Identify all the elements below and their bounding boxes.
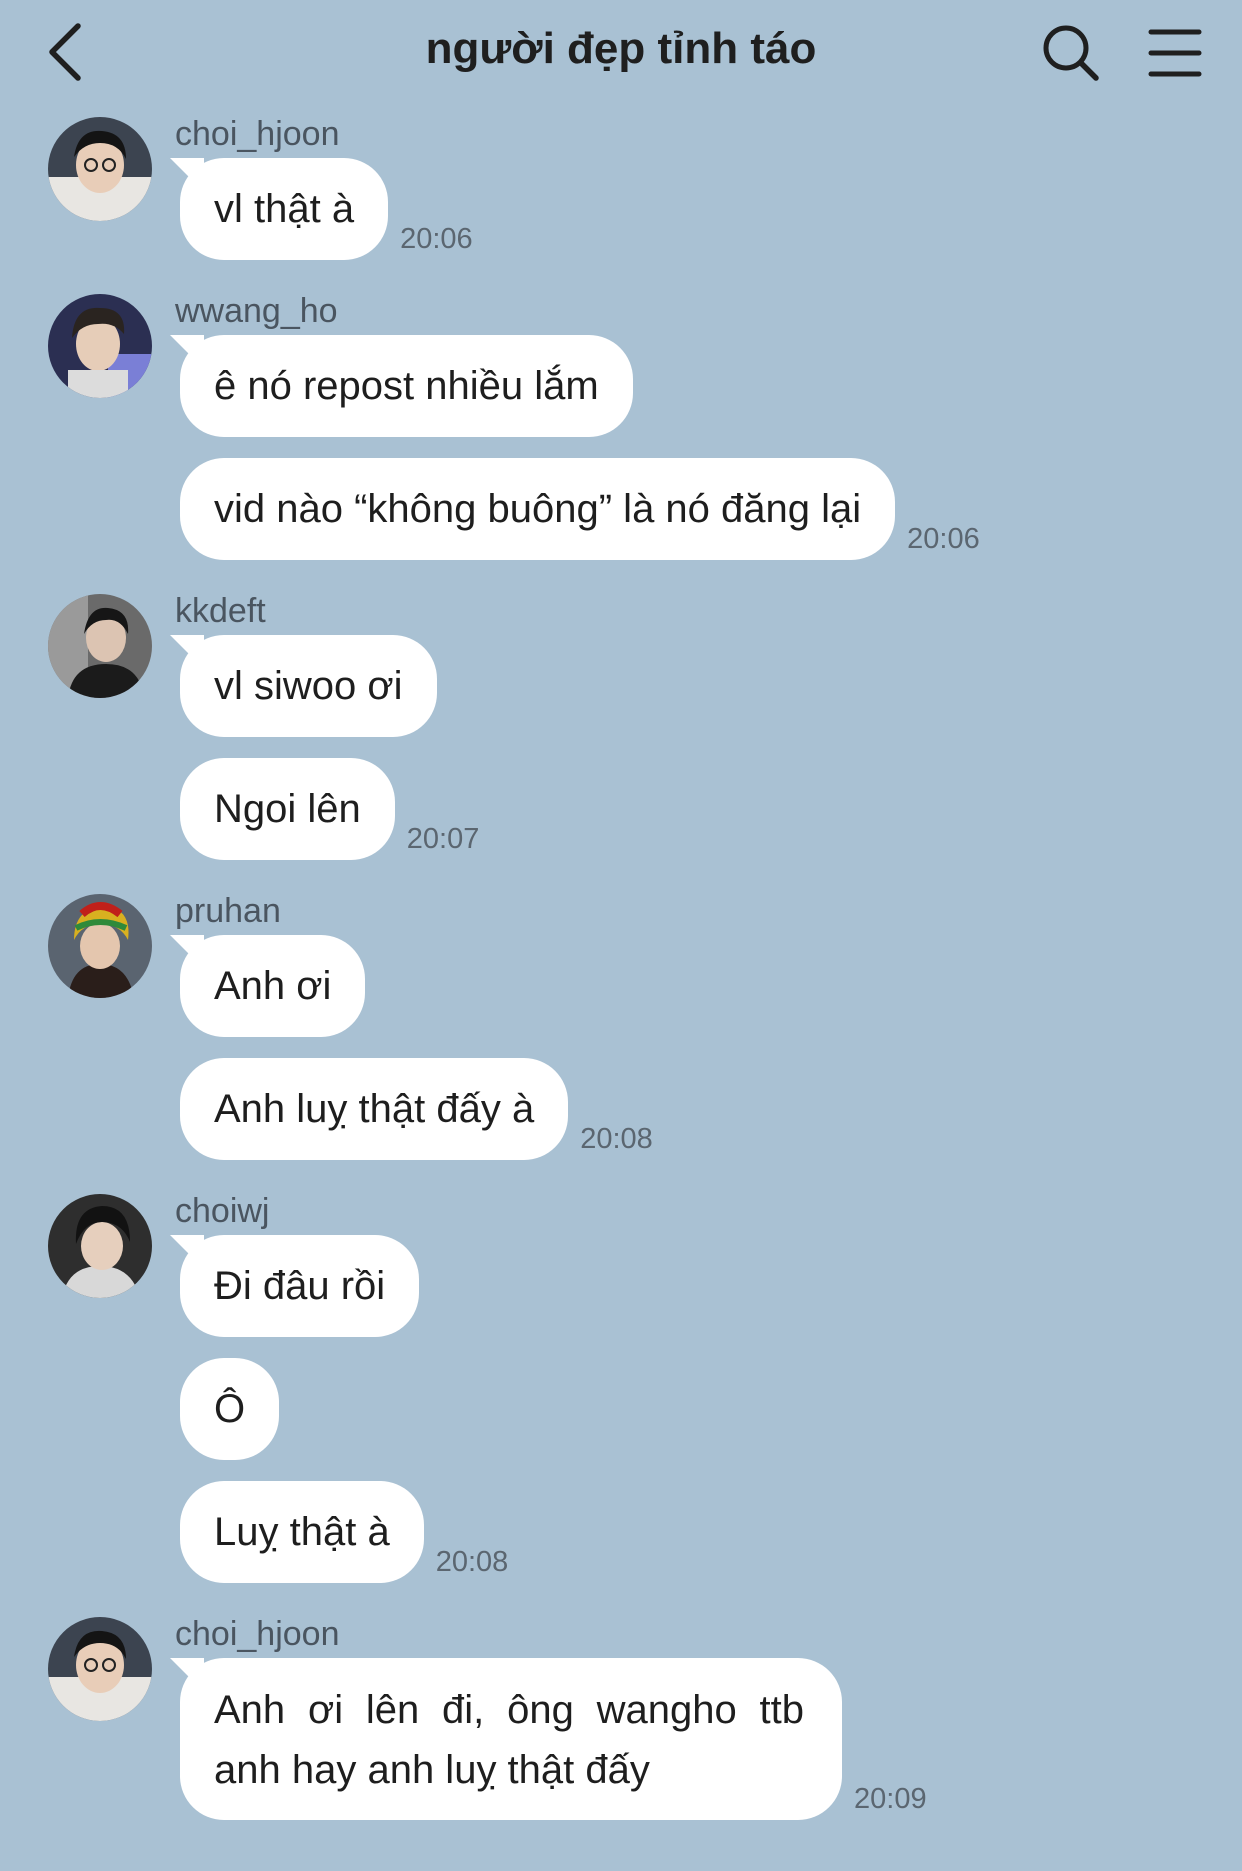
message-group: choi_hjoon vl thật à 20:06	[0, 110, 1242, 260]
message-bubble[interactable]: Anh ơi lên đi, ông wangho ttb anh hay an…	[180, 1658, 842, 1820]
message-time: 20:08	[580, 1123, 653, 1155]
back-button[interactable]	[44, 20, 94, 84]
sender-name: kkdeft	[175, 592, 266, 630]
message-group: pruhan Anh ơi Anh luỵ thật đấy à 20:08	[0, 887, 1242, 1160]
sender-name: choiwj	[175, 1192, 270, 1230]
avatar[interactable]	[48, 1194, 152, 1298]
message-time: 20:06	[907, 523, 980, 555]
avatar[interactable]	[48, 594, 152, 698]
message-bubble[interactable]: Anh luỵ thật đấy à	[180, 1058, 569, 1160]
user-avatar-image	[48, 294, 152, 398]
search-icon	[1043, 25, 1099, 81]
user-avatar-image	[48, 1617, 152, 1721]
user-avatar-image	[48, 894, 152, 998]
user-avatar-image	[48, 1194, 152, 1298]
message-group: choi_hjoon Anh ơi lên đi, ông wangho ttb…	[0, 1610, 1242, 1820]
message-time: 20:08	[435, 1546, 509, 1578]
avatar[interactable]	[48, 894, 152, 998]
message-bubble[interactable]: Anh ơi	[180, 935, 366, 1037]
sender-name: pruhan	[175, 892, 281, 930]
avatar[interactable]	[48, 294, 152, 398]
message-time: 20:07	[406, 823, 480, 855]
message-group: kkdeft vl siwoo ơi Ngoi lên 20:07	[0, 587, 1242, 860]
message-time: 20:06	[400, 223, 473, 255]
message-bubble[interactable]: Đi đâu rồi	[180, 1235, 420, 1337]
message-bubble[interactable]: ê nó repost nhiều lắm	[180, 335, 633, 437]
chat-header: người đẹp tỉnh táo	[0, 0, 1242, 100]
menu-button[interactable]	[1146, 24, 1204, 82]
sender-name: wwang_ho	[175, 292, 338, 330]
search-button[interactable]	[1040, 22, 1102, 84]
avatar[interactable]	[48, 117, 152, 221]
message-bubble[interactable]: vl siwoo ơi	[180, 635, 437, 737]
message-bubble[interactable]: Ngoi lên	[180, 758, 395, 860]
avatar[interactable]	[48, 1617, 152, 1721]
user-avatar-image	[48, 117, 152, 221]
sender-name: choi_hjoon	[175, 115, 340, 153]
message-bubble[interactable]: Ô	[180, 1358, 280, 1460]
hamburger-menu-icon	[1148, 29, 1202, 77]
message-bubble[interactable]: Luỵ thật à	[180, 1481, 424, 1583]
chevron-left-icon	[49, 23, 81, 81]
message-bubble[interactable]: vl thật à	[180, 158, 389, 260]
sender-name: choi_hjoon	[175, 1615, 340, 1653]
message-list[interactable]: choi_hjoon vl thật à 20:06 wwang_ho ê nó…	[0, 110, 1242, 1841]
message-bubble[interactable]: vid nào “không buông” là nó đăng lại	[180, 458, 896, 560]
user-avatar-image	[48, 594, 152, 698]
message-group: wwang_ho ê nó repost nhiều lắm vid nào “…	[0, 287, 1242, 560]
message-group: choiwj Đi đâu rồi Ô Luỵ thật à 20:08	[0, 1187, 1242, 1583]
message-time: 20:09	[854, 1783, 927, 1815]
